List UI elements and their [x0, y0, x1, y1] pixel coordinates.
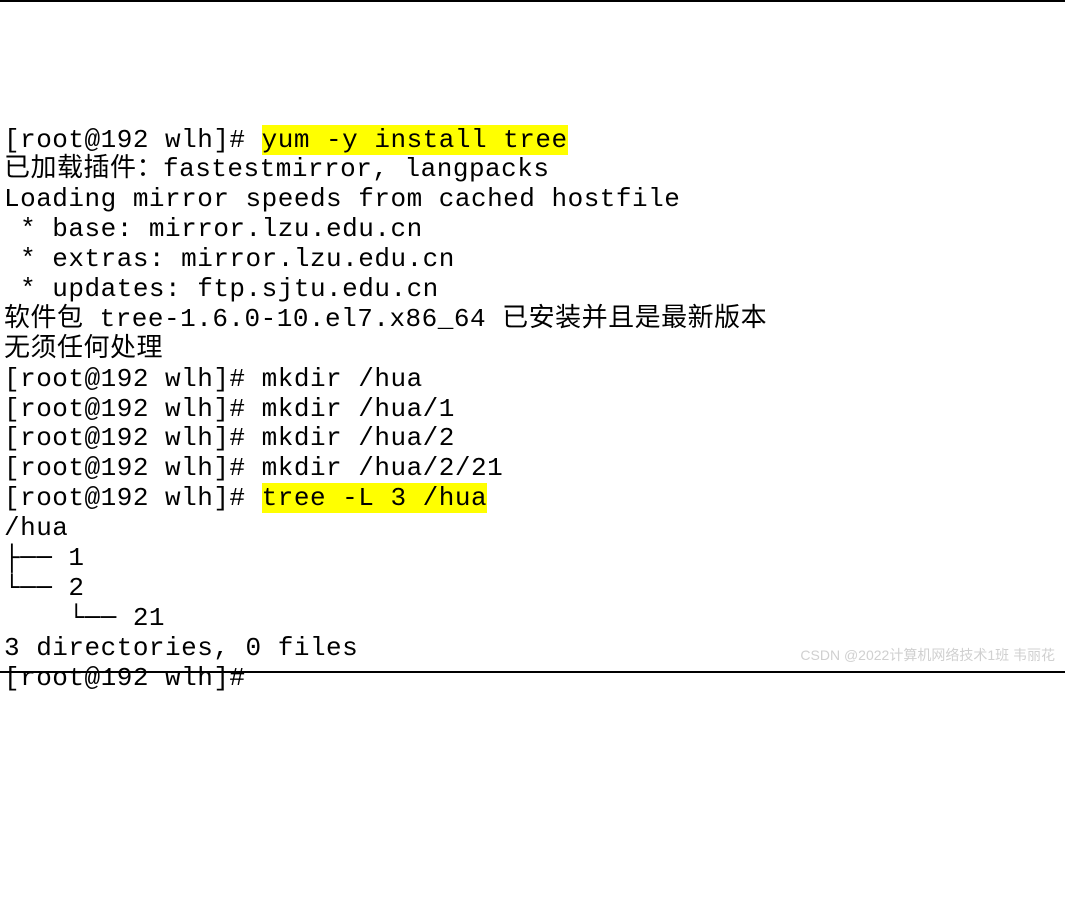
- terminal-line: 无须任何处理: [4, 335, 1061, 365]
- shell-prompt: [root@192 wlh]#: [4, 663, 262, 693]
- command: mkdir /hua/2: [262, 423, 455, 453]
- terminal-line: [root@192 wlh]# mkdir /hua/2: [4, 424, 1061, 454]
- terminal-line: * updates: ftp.sjtu.edu.cn: [4, 275, 1061, 305]
- shell-prompt: [root@192 wlh]#: [4, 483, 262, 513]
- command-highlighted: tree -L 3 /hua: [262, 483, 487, 513]
- terminal-line: [root@192 wlh]# yum -y install tree: [4, 126, 1061, 156]
- command: mkdir /hua/2/21: [262, 453, 504, 483]
- command: mkdir /hua: [262, 364, 423, 394]
- terminal-line: 软件包 tree-1.6.0-10.el7.x86_64 已安装并且是最新版本: [4, 305, 1061, 335]
- terminal-line: 已加载插件：fastestmirror, langpacks: [4, 155, 1061, 185]
- shell-prompt: [root@192 wlh]#: [4, 125, 262, 155]
- terminal-line: [root@192 wlh]#: [4, 664, 1061, 694]
- tree-branch-line: └── 21: [4, 604, 1061, 634]
- watermark-text: CSDN @2022计算机网络技术1班 韦丽花: [800, 647, 1055, 663]
- terminal-output: [root@192 wlh]# yum -y install tree已加载插件…: [4, 126, 1061, 694]
- tree-branch-line: ├── 1: [4, 544, 1061, 574]
- shell-prompt: [root@192 wlh]#: [4, 364, 262, 394]
- terminal-line: [root@192 wlh]# mkdir /hua: [4, 365, 1061, 395]
- shell-prompt: [root@192 wlh]#: [4, 453, 262, 483]
- command: mkdir /hua/1: [262, 394, 455, 424]
- tree-branch-line: └── 2: [4, 574, 1061, 604]
- command-highlighted: yum -y install tree: [262, 125, 568, 155]
- shell-prompt: [root@192 wlh]#: [4, 423, 262, 453]
- terminal-line: * base: mirror.lzu.edu.cn: [4, 215, 1061, 245]
- terminal-line: Loading mirror speeds from cached hostfi…: [4, 185, 1061, 215]
- shell-prompt: [root@192 wlh]#: [4, 394, 262, 424]
- terminal-line: [root@192 wlh]# mkdir /hua/1: [4, 395, 1061, 425]
- terminal-line: /hua: [4, 514, 1061, 544]
- terminal-line: [root@192 wlh]# tree -L 3 /hua: [4, 484, 1061, 514]
- terminal-line: [root@192 wlh]# mkdir /hua/2/21: [4, 454, 1061, 484]
- terminal-line: * extras: mirror.lzu.edu.cn: [4, 245, 1061, 275]
